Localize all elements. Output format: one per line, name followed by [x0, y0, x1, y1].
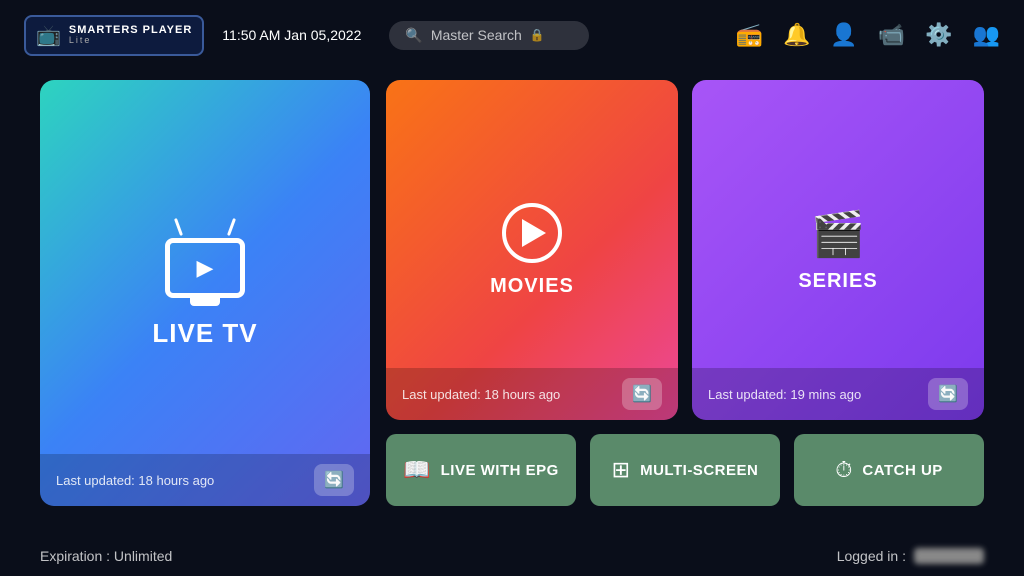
multiscreen-label: MULTI-SCREEN: [640, 462, 758, 479]
series-refresh-button[interactable]: 🔄: [928, 378, 968, 410]
live-tv-updated: Last updated: 18 hours ago: [56, 473, 214, 488]
top-row: MOVIES Last updated: 18 hours ago 🔄 🎬 SE…: [386, 80, 984, 420]
movies-title: MOVIES: [490, 275, 574, 298]
multiscreen-icon: ⊞: [612, 457, 630, 483]
footer: Expiration : Unlimited Logged in :: [0, 536, 1024, 576]
settings-icon[interactable]: ⚙️: [925, 22, 952, 48]
movies-play-icon: [502, 203, 562, 263]
search-bar[interactable]: 🔍 Master Search 🔒: [389, 21, 589, 50]
header-icons: 📻 🔔 👤 📹 ⚙️ 👥: [736, 22, 1000, 48]
logged-in-label: Logged in :: [837, 548, 906, 564]
header: 📺 SMARTERS PLAYER Lite 11:50 AM Jan 05,2…: [0, 0, 1024, 70]
antenna-right: [227, 218, 236, 236]
logo-text: SMARTERS PLAYER Lite: [69, 24, 192, 46]
series-clapper-icon: 🎬: [811, 208, 866, 260]
logo: 📺 SMARTERS PLAYER Lite: [24, 15, 204, 56]
expiration-text: Expiration : Unlimited: [40, 548, 172, 564]
catchup-icon: ⏱: [835, 457, 852, 483]
logged-in-section: Logged in :: [837, 548, 984, 564]
right-column: MOVIES Last updated: 18 hours ago 🔄 🎬 SE…: [386, 80, 984, 506]
movies-card[interactable]: MOVIES Last updated: 18 hours ago 🔄: [386, 80, 678, 420]
lock-icon: 🔒: [530, 28, 545, 42]
datetime: 11:50 AM Jan 05,2022: [222, 27, 361, 43]
series-card[interactable]: 🎬 SERIES Last updated: 19 mins ago 🔄: [692, 80, 984, 420]
movies-footer: Last updated: 18 hours ago 🔄: [386, 368, 678, 420]
series-title: SERIES: [798, 270, 877, 293]
bell-icon[interactable]: 🔔: [783, 22, 810, 48]
logo-subtitle: Lite: [69, 36, 192, 46]
antenna-left: [174, 218, 183, 236]
bottom-row: 📖 LIVE WITH EPG ⊞ MULTI-SCREEN ⏱ CATCH U…: [386, 434, 984, 506]
main-content: LIVE TV Last updated: 18 hours ago 🔄 MOV…: [0, 70, 1024, 526]
tv-body-icon: [165, 238, 245, 298]
live-tv-refresh-button[interactable]: 🔄: [314, 464, 354, 496]
catchup-label: CATCH UP: [862, 462, 942, 479]
live-tv-footer: Last updated: 18 hours ago 🔄: [40, 454, 370, 506]
user-icon[interactable]: 👤: [830, 22, 857, 48]
tv-stand: [190, 298, 220, 306]
live-epg-card[interactable]: 📖 LIVE WITH EPG: [386, 434, 576, 506]
profile-icon[interactable]: 👥: [973, 22, 1000, 48]
epg-label: LIVE WITH EPG: [441, 462, 559, 479]
search-placeholder: Master Search: [431, 27, 522, 43]
radio-icon[interactable]: 📻: [736, 22, 763, 48]
series-updated: Last updated: 19 mins ago: [708, 387, 861, 402]
tv-logo-icon: 📺: [36, 23, 61, 48]
catch-up-card[interactable]: ⏱ CATCH UP: [794, 434, 984, 506]
record-icon[interactable]: 📹: [878, 22, 905, 48]
movies-refresh-button[interactable]: 🔄: [622, 378, 662, 410]
epg-icon: 📖: [403, 457, 430, 483]
live-tv-card[interactable]: LIVE TV Last updated: 18 hours ago 🔄: [40, 80, 370, 506]
live-tv-title: LIVE TV: [152, 318, 257, 349]
movies-updated: Last updated: 18 hours ago: [402, 387, 560, 402]
multi-screen-card[interactable]: ⊞ MULTI-SCREEN: [590, 434, 780, 506]
tv-icon-wrapper: [165, 238, 245, 306]
search-icon: 🔍: [405, 27, 422, 44]
username-blurred: [914, 548, 984, 564]
series-footer: Last updated: 19 mins ago 🔄: [692, 368, 984, 420]
